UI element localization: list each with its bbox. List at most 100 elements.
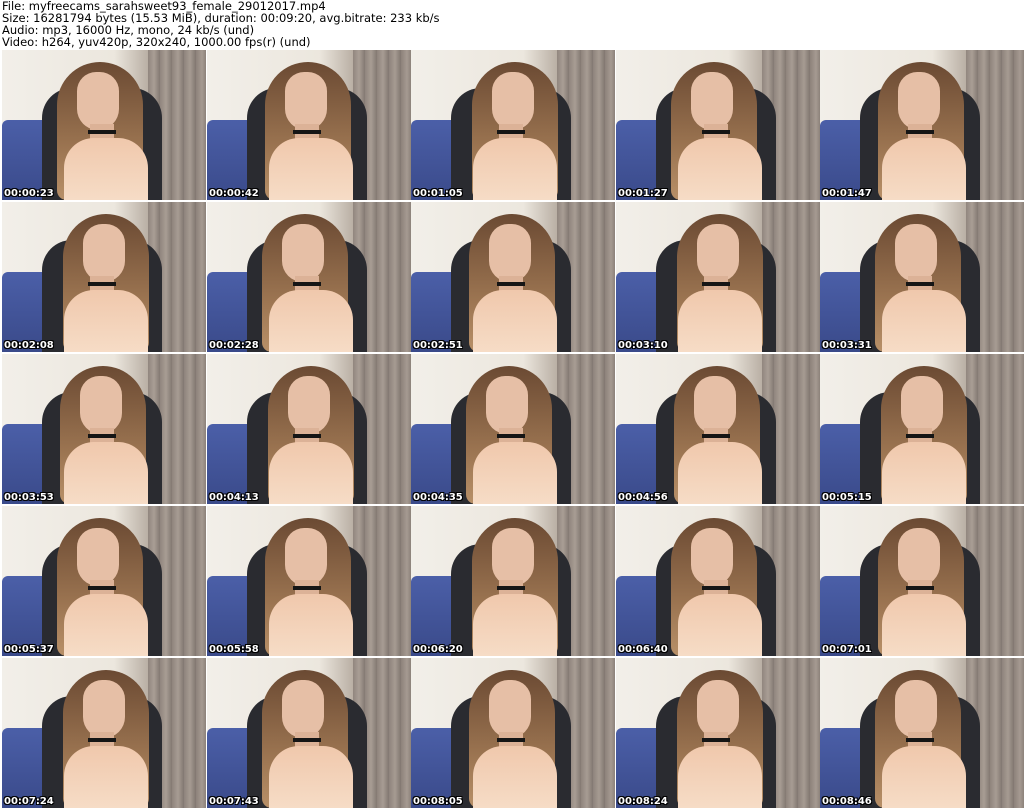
frame-image-part [285, 72, 327, 130]
thumbnail-timestamp: 00:07:43 [209, 796, 259, 807]
frame-image-part [678, 138, 762, 200]
video-thumbnail: 00:00:42 [207, 50, 411, 200]
frame-image-part [906, 282, 934, 286]
frame-image-part [269, 594, 353, 656]
thumbnail-timestamp: 00:02:51 [413, 340, 463, 351]
video-thumbnail: 00:05:15 [820, 354, 1024, 504]
video-thumbnail: 00:05:58 [207, 506, 411, 656]
frame-image-part [88, 130, 116, 134]
thumbnail-timestamp: 00:01:47 [822, 188, 872, 199]
frame-image-part [489, 680, 531, 738]
frame-image-part [293, 130, 321, 134]
video-thumbnail: 00:04:13 [207, 354, 411, 504]
frame-image-part [489, 224, 531, 282]
video-thumbnail: 00:05:37 [2, 506, 206, 656]
frame-image-part [473, 138, 557, 200]
thumbnail-timestamp: 00:05:15 [822, 492, 872, 503]
frame-image-part [492, 528, 534, 586]
frame-image-part [697, 680, 739, 738]
frame-image-part [702, 586, 730, 590]
video-thumbnail: 00:06:20 [411, 506, 615, 656]
frame-image-part [691, 528, 733, 586]
frame-image-part [88, 586, 116, 590]
thumbnail-timestamp: 00:05:37 [4, 644, 54, 655]
frame-image-part [702, 282, 730, 286]
frame-image-part [88, 738, 116, 742]
frame-image-part [473, 746, 557, 808]
frame-image-part [702, 738, 730, 742]
frame-image-part [282, 680, 324, 738]
frame-image-part [694, 376, 736, 434]
frame-image-part [64, 442, 148, 504]
frame-image-part [64, 746, 148, 808]
video-thumbnail: 00:08:24 [616, 658, 820, 808]
video-thumbnail: 00:02:28 [207, 202, 411, 352]
thumbnail-timestamp: 00:08:46 [822, 796, 872, 807]
frame-image-part [898, 72, 940, 130]
video-thumbnail: 00:01:27 [616, 50, 820, 200]
frame-image-part [83, 224, 125, 282]
frame-image-part [269, 138, 353, 200]
frame-image-part [678, 442, 762, 504]
frame-image-part [64, 594, 148, 656]
thumbnail-timestamp: 00:01:27 [618, 188, 668, 199]
frame-image-part [293, 434, 321, 438]
video-thumbnail: 00:01:47 [820, 50, 1024, 200]
frame-image-part [497, 738, 525, 742]
video-thumbnail: 00:07:01 [820, 506, 1024, 656]
video-thumbnail: 00:07:24 [2, 658, 206, 808]
frame-image-part [473, 594, 557, 656]
frame-image-part [473, 290, 557, 352]
video-thumbnail: 00:08:46 [820, 658, 1024, 808]
frame-image-part [77, 528, 119, 586]
frame-image-part [882, 290, 966, 352]
frame-image-part [895, 680, 937, 738]
thumbnail-timestamp: 00:05:58 [209, 644, 259, 655]
frame-image-part [497, 282, 525, 286]
frame-image-part [678, 290, 762, 352]
frame-image-part [497, 434, 525, 438]
thumbnail-timestamp: 00:01:05 [413, 188, 463, 199]
thumbnail-timestamp: 00:04:56 [618, 492, 668, 503]
thumbnail-grid: 00:00:23 00:00:42 00:01:05 00:01:27 00:01:47… [0, 50, 1024, 811]
video-thumbnail: 00:04:56 [616, 354, 820, 504]
frame-image-part [906, 738, 934, 742]
thumbnail-timestamp: 00:02:08 [4, 340, 54, 351]
frame-image-part [882, 594, 966, 656]
frame-image-part [906, 586, 934, 590]
frame-image-part [88, 434, 116, 438]
frame-image-part [678, 594, 762, 656]
info-header: File: myfreecams_sarahsweet93_female_290… [2, 0, 1022, 50]
frame-image-part [473, 442, 557, 504]
frame-image-part [288, 376, 330, 434]
video-thumbnail: 00:02:08 [2, 202, 206, 352]
thumbnail-timestamp: 00:06:40 [618, 644, 668, 655]
frame-image-part [882, 746, 966, 808]
video-thumbnail: 00:07:43 [207, 658, 411, 808]
frame-image-part [691, 72, 733, 130]
thumbnail-timestamp: 00:04:13 [209, 492, 259, 503]
thumbnail-timestamp: 00:03:31 [822, 340, 872, 351]
video-thumbnail: 00:03:31 [820, 202, 1024, 352]
frame-image-part [882, 138, 966, 200]
frame-image-part [882, 442, 966, 504]
thumbnail-timestamp: 00:03:53 [4, 492, 54, 503]
thumbnail-timestamp: 00:08:05 [413, 796, 463, 807]
thumbnail-timestamp: 00:00:42 [209, 188, 259, 199]
frame-image-part [678, 746, 762, 808]
thumbnail-timestamp: 00:04:35 [413, 492, 463, 503]
video-thumbnail: 00:00:23 [2, 50, 206, 200]
frame-image-part [697, 224, 739, 282]
frame-image-part [702, 434, 730, 438]
frame-image-part [901, 376, 943, 434]
video-thumbnail: 00:06:40 [616, 506, 820, 656]
frame-image-part [269, 290, 353, 352]
frame-image-part [702, 130, 730, 134]
frame-image-part [293, 282, 321, 286]
thumbnail-timestamp: 00:03:10 [618, 340, 668, 351]
frame-image-part [486, 376, 528, 434]
frame-image-part [64, 138, 148, 200]
frame-image-part [906, 130, 934, 134]
frame-image-part [269, 442, 353, 504]
video-thumbnail: 00:08:05 [411, 658, 615, 808]
